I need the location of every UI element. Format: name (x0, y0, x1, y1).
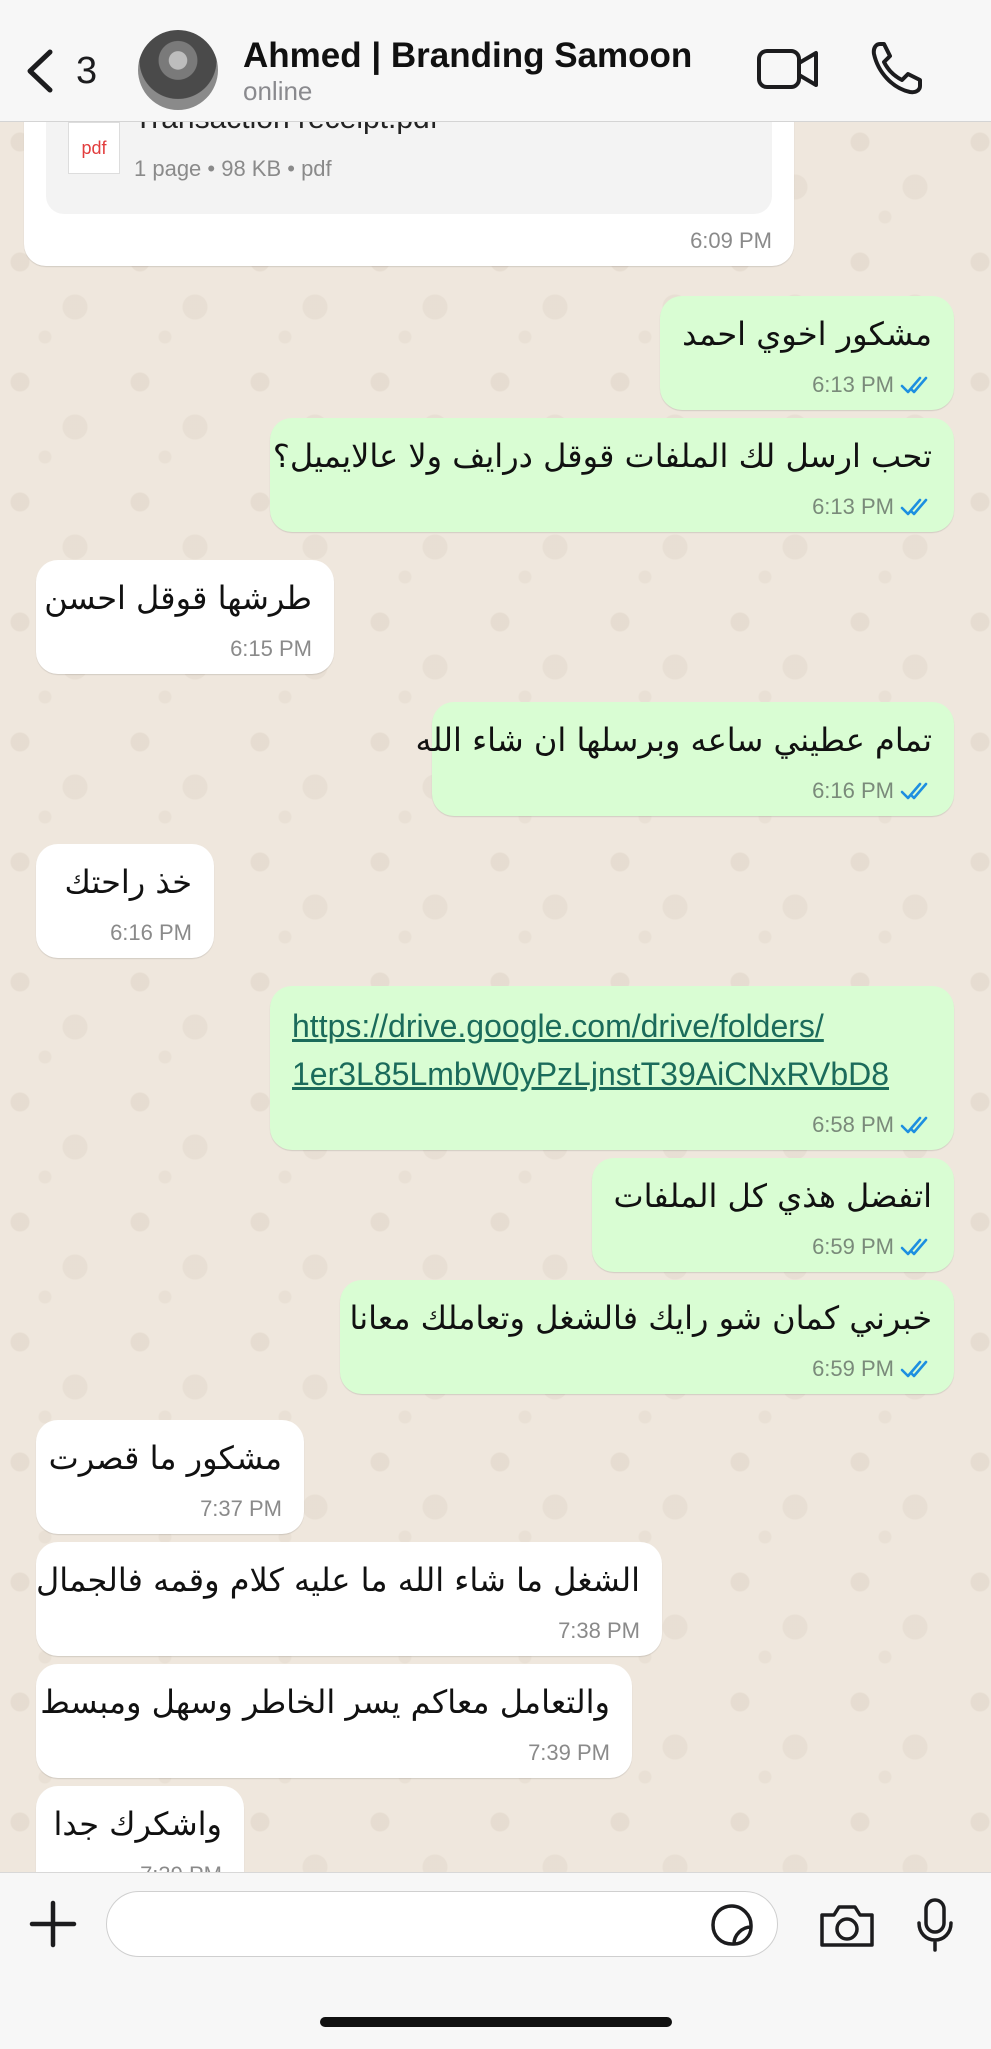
message-time: 6:13 PM (812, 372, 894, 397)
message-time: 6:16 PM (110, 920, 192, 945)
camera-icon[interactable] (818, 1903, 876, 1949)
message-bubble-out[interactable]: مشكور اخوي احمد 6:13 PM (660, 296, 954, 410)
back-button[interactable]: 3 (22, 46, 132, 96)
message-composer (0, 1872, 991, 2049)
message-input[interactable] (106, 1891, 778, 1957)
message-meta: 6:13 PM (812, 494, 932, 520)
file-info: 1 page • 98 KB • pdf (134, 156, 332, 181)
message-meta: 7:39 PM (528, 1740, 610, 1766)
home-indicator (320, 2017, 672, 2027)
microphone-icon[interactable] (916, 1897, 954, 1953)
message-time: 6:09 PM (690, 228, 772, 253)
message-text: والتعامل معاكم يسر الخاطر وسهل ومبسط (40, 1683, 610, 1721)
message-bubble-in[interactable]: طرشها قوقل احسن 6:15 PM (36, 560, 334, 674)
contact-name[interactable]: Ahmed | Branding Samoon (243, 36, 692, 76)
message-meta: 7:39 PM (140, 1862, 222, 1872)
message-text: الشغل ما شاء الله ما عليه كلام وقمه فالج… (35, 1561, 640, 1599)
contact-avatar[interactable] (138, 30, 218, 110)
file-attachment[interactable]: pdf Transaction receipt.pdf 1 page • 98 … (46, 122, 772, 214)
message-meta: 6:15 PM (230, 636, 312, 662)
message-time: 7:39 PM (140, 1862, 222, 1872)
chevron-left-icon (27, 49, 53, 93)
message-bubble-in[interactable]: واشكرك جدا 7:39 PM (36, 1786, 244, 1872)
sticker-icon[interactable] (710, 1903, 754, 1947)
double-check-icon (900, 782, 928, 800)
message-text: خبرني كمان شو رايك فالشغل وتعاملك معانا (349, 1299, 933, 1337)
phone-icon[interactable] (870, 40, 922, 96)
message-meta: 6:58 PM (812, 1112, 932, 1138)
message-text: مشكور اخوي احمد (682, 315, 932, 353)
message-text: خذ راحتك (64, 863, 193, 901)
chat-header: 3 Ahmed | Branding Samoon online (0, 0, 991, 122)
message-time: 6:13 PM (812, 494, 894, 519)
message-meta: 7:38 PM (558, 1618, 640, 1644)
video-camera-icon[interactable] (756, 44, 820, 94)
message-bubble-in[interactable]: خذ راحتك 6:16 PM (36, 844, 214, 958)
message-bubble-out[interactable]: https://drive.google.com/drive/folders/ … (270, 986, 954, 1150)
message-bubble-in[interactable]: الشغل ما شاء الله ما عليه كلام وقمه فالج… (36, 1542, 662, 1656)
drive-link[interactable]: https://drive.google.com/drive/folders/ … (292, 1002, 932, 1098)
double-check-icon (900, 1116, 928, 1134)
contact-status: online (243, 76, 313, 106)
message-time: 6:58 PM (812, 1112, 894, 1137)
message-text: تحب ارسل لك الملفات قوقل درايف ولا عالاي… (272, 437, 932, 475)
message-bubble-in[interactable]: مشكور ما قصرت 7:37 PM (36, 1420, 304, 1534)
message-bubble-out[interactable]: تحب ارسل لك الملفات قوقل درايف ولا عالاي… (270, 418, 954, 532)
double-check-icon (900, 1238, 928, 1256)
message-text: اتفضل هذي كل الملفات (613, 1177, 932, 1215)
message-text: تمام عطيني ساعه وبرسلها ان شاء الله (415, 721, 932, 759)
double-check-icon (900, 1360, 928, 1378)
message-meta: 6:09 PM (690, 228, 772, 254)
message-time: 7:38 PM (558, 1618, 640, 1643)
message-meta: 6:16 PM (812, 778, 932, 804)
unread-count: 3 (76, 49, 98, 92)
message-text: مشكور ما قصرت (48, 1439, 282, 1477)
chat-messages[interactable]: pdf Transaction receipt.pdf 1 page • 98 … (0, 122, 991, 1872)
double-check-icon (900, 376, 928, 394)
message-time: 7:39 PM (528, 1740, 610, 1765)
message-bubble-out[interactable]: خبرني كمان شو رايك فالشغل وتعاملك معانا … (340, 1280, 954, 1394)
file-name: Transaction receipt.pdf (134, 122, 438, 136)
message-bubble-out[interactable]: تمام عطيني ساعه وبرسلها ان شاء الله 6:16… (415, 702, 954, 816)
message-time: 6:16 PM (812, 778, 894, 803)
message-meta: 6:13 PM (812, 372, 932, 398)
message-time: 7:37 PM (200, 1496, 282, 1521)
message-meta: 6:59 PM (812, 1234, 932, 1260)
plus-icon[interactable] (28, 1899, 78, 1949)
file-message-bubble[interactable]: pdf Transaction receipt.pdf 1 page • 98 … (24, 122, 794, 266)
message-time: 6:59 PM (812, 1356, 894, 1381)
message-meta: 6:16 PM (110, 920, 192, 946)
message-text: طرشها قوقل احسن (44, 579, 312, 617)
message-text: واشكرك جدا (53, 1805, 223, 1843)
message-meta: 7:37 PM (200, 1496, 282, 1522)
double-check-icon (900, 498, 928, 516)
message-meta: 6:59 PM (812, 1356, 932, 1382)
message-time: 6:59 PM (812, 1234, 894, 1259)
message-bubble-in[interactable]: والتعامل معاكم يسر الخاطر وسهل ومبسط 7:3… (36, 1664, 632, 1778)
message-time: 6:15 PM (230, 636, 312, 661)
pdf-file-icon: pdf (68, 122, 120, 174)
message-bubble-out[interactable]: اتفضل هذي كل الملفات 6:59 PM (592, 1158, 954, 1272)
